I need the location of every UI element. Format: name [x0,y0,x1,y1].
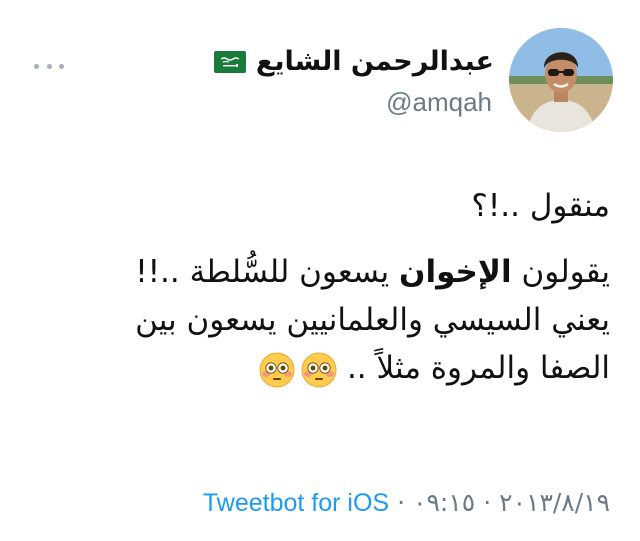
tweet-text: منقول ..!؟ يقولون الإخوان يسعون للسُّلطة… [30,182,610,392]
tweet-date: ٢٠١٣/٨/١٩ [499,488,610,517]
tweet-meta: ٢٠١٣/٨/١٩ · ٠٩:١٥ · Tweetbot for iOS [203,488,610,518]
saudi-flag-icon [213,51,246,73]
tweet-time: ٠٩:١٥ [413,488,476,517]
tweet-line: منقول ..!؟ [471,188,610,224]
author-handle[interactable]: @amqah [386,87,492,118]
author-display-name[interactable]: عبدالرحمن الشايع [256,44,494,80]
tweet-bold-word: الإخوان [399,254,512,290]
more-dot-icon [59,63,64,69]
meta-separator: · [483,488,492,517]
tweet-line: يقولون الإخوان يسعون للسُّلطة ..!! [30,248,610,296]
flushed-face-emoji [301,352,337,387]
flushed-face-emoji [259,352,295,387]
tweet-text-fragment: الصفا والمروة مثلاً .. [346,350,610,386]
tweet-card: عبدالرحمن الشايع @amqah منقول ..!؟ يقولو… [0,0,640,541]
meta-separator: · [397,488,406,517]
emoji-group [259,352,337,388]
avatar[interactable] [509,28,613,132]
tweet-text-fragment: يسعون للسُّلطة ..!! [135,254,400,290]
author-name-row[interactable]: عبدالرحمن الشايع [213,44,494,80]
tweet-line: الصفا والمروة مثلاً .. [30,344,610,392]
more-dot-icon [34,63,39,69]
tweet-source-link[interactable]: Tweetbot for iOS [203,489,389,518]
tweet-text-fragment: يقولون [511,254,610,290]
more-options-button[interactable] [34,60,64,72]
more-dot-icon [46,63,52,69]
tweet-line: يعني السيسي والعلمانيين يسعون بين [135,302,610,338]
